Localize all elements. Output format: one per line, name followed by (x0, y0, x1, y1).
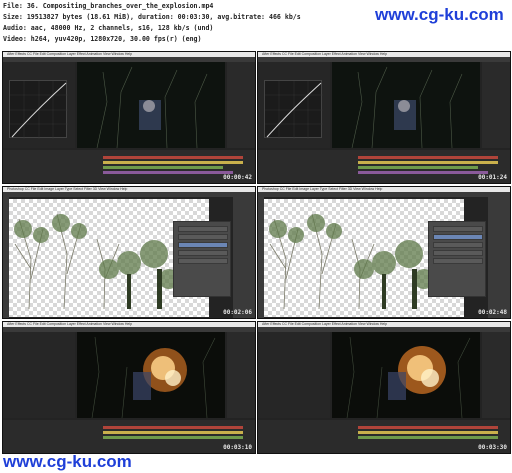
effect-controls-panel (3, 62, 75, 148)
thumbnail-grid: After Effects CC File Edit Composition L… (0, 50, 512, 455)
layer-row[interactable] (433, 258, 483, 264)
panel-dock (233, 197, 255, 318)
video-info-line: Video: h264, yuv420p, 1280x720, 30.00 fp… (3, 35, 202, 43)
thumbnail-frame-1: After Effects CC File Edit Composition L… (2, 51, 256, 184)
timecode: 00:02:48 (478, 309, 507, 316)
timecode: 00:02:06 (223, 309, 252, 316)
watermark-bottom: www.cg-ku.com (3, 452, 132, 471)
layer-row[interactable] (433, 226, 483, 232)
composition-viewer (332, 332, 480, 419)
thumbnail-frame-3: Photoshop CC File Edit Image Layer Type … (2, 186, 256, 319)
file-size-line: Size: 19513827 bytes (18.61 MiB), durati… (3, 13, 301, 21)
curves-graph (264, 80, 323, 139)
composition-viewer (332, 62, 480, 149)
thumbnail-frame-5: After Effects CC File Edit Composition L… (2, 321, 256, 454)
layers-panel (428, 221, 486, 297)
curves-graph (9, 80, 68, 139)
timeline-panel (258, 420, 510, 453)
project-panel (3, 332, 75, 418)
timeline-panel (258, 150, 510, 183)
timecode: 00:03:10 (223, 444, 252, 451)
layer-row[interactable] (178, 250, 228, 256)
composition-viewer (77, 332, 225, 419)
thumbnail-frame-6: After Effects CC File Edit Composition L… (257, 321, 511, 454)
options-bar (3, 192, 255, 197)
watermark-top: www.cg-ku.com (375, 5, 504, 24)
composition-viewer (77, 62, 225, 149)
effect-controls-panel (258, 62, 330, 148)
layer-row[interactable] (433, 242, 483, 248)
effects-presets-panel (227, 62, 255, 148)
effects-presets-panel (227, 332, 255, 418)
layer-row[interactable] (178, 242, 228, 248)
layer-row[interactable] (178, 258, 228, 264)
layers-panel (173, 221, 231, 297)
file-info-header: File: 36. Compositing_branches_over_the_… (0, 0, 512, 50)
layer-row[interactable] (178, 234, 228, 240)
timeline-panel (3, 420, 255, 453)
layer-row[interactable] (178, 226, 228, 232)
thumbnail-frame-2: After Effects CC File Edit Composition L… (257, 51, 511, 184)
panel-dock (488, 197, 510, 318)
project-panel (258, 332, 330, 418)
timeline-panel (3, 150, 255, 183)
timecode: 00:03:30 (478, 444, 507, 451)
effects-presets-panel (482, 332, 510, 418)
layer-row[interactable] (433, 250, 483, 256)
timecode: 00:01:24 (478, 174, 507, 181)
thumbnail-frame-4: Photoshop CC File Edit Image Layer Type … (257, 186, 511, 319)
layer-row[interactable] (433, 234, 483, 240)
audio-info-line: Audio: aac, 48000 Hz, 2 channels, s16, 1… (3, 24, 214, 32)
effects-presets-panel (482, 62, 510, 148)
timecode: 00:00:42 (223, 174, 252, 181)
options-bar (258, 192, 510, 197)
file-name-line: File: 36. Compositing_branches_over_the_… (3, 2, 214, 10)
